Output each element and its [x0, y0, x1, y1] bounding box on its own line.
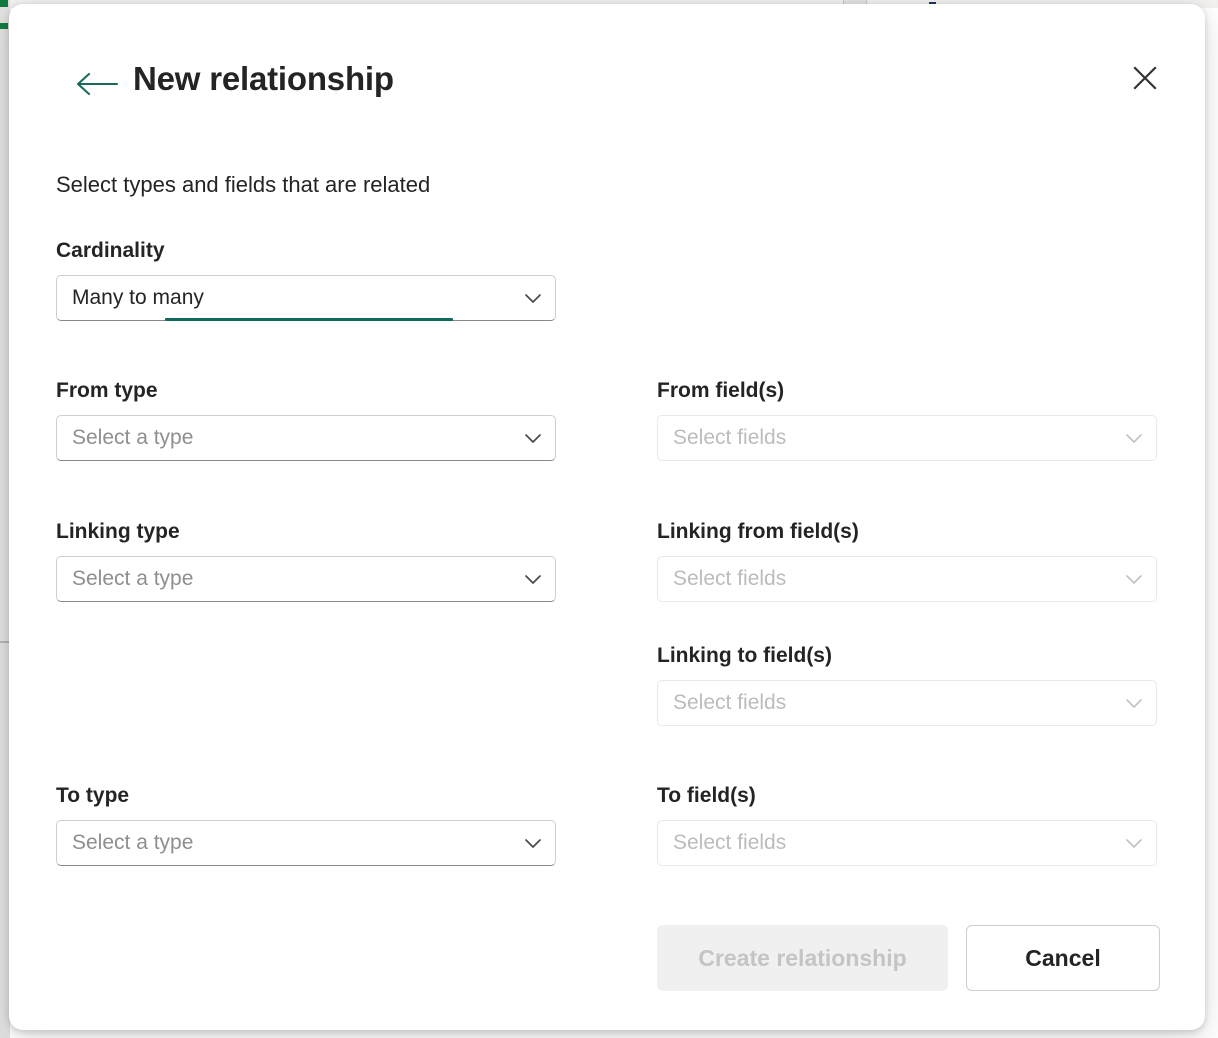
chevron-down-icon	[1112, 427, 1156, 449]
to-fields-value: Select fields	[658, 831, 1112, 855]
to-fields-label: To field(s)	[657, 783, 1157, 809]
from-type-value: Select a type	[57, 426, 511, 450]
linking-from-fields-label: Linking from field(s)	[657, 519, 1157, 545]
linking-to-fields-label: Linking to field(s)	[657, 643, 1157, 669]
close-icon	[1131, 64, 1159, 92]
linking-from-fields-value: Select fields	[658, 567, 1112, 591]
linking-to-fields-dropdown[interactable]: Select fields	[657, 680, 1157, 726]
cardinality-label: Cardinality	[56, 238, 556, 264]
from-fields-value: Select fields	[658, 426, 1112, 450]
create-relationship-button[interactable]: Create relationship	[657, 925, 948, 991]
from-fields-dropdown[interactable]: Select fields	[657, 415, 1157, 461]
linking-from-fields-dropdown[interactable]: Select fields	[657, 556, 1157, 602]
cardinality-value: Many to many	[57, 286, 511, 310]
arrow-left-icon	[75, 72, 119, 96]
from-type-label: From type	[56, 378, 556, 404]
field-group-linking-type: Linking type Select a type	[56, 519, 556, 602]
field-group-cardinality: Cardinality Many to many	[56, 238, 556, 321]
dialog-header: New relationship	[9, 4, 1205, 134]
linking-type-value: Select a type	[57, 567, 511, 591]
field-group-linking-to-fields: Linking to field(s) Select fields	[657, 643, 1157, 726]
chevron-down-icon	[511, 287, 555, 309]
cancel-button[interactable]: Cancel	[966, 925, 1160, 991]
chevron-down-icon	[511, 832, 555, 854]
chevron-down-icon	[1112, 692, 1156, 714]
linking-to-fields-value: Select fields	[658, 691, 1112, 715]
cardinality-dropdown[interactable]: Many to many	[56, 275, 556, 321]
page-title: New relationship	[133, 60, 394, 98]
background-accent-mark-second	[0, 23, 8, 29]
field-group-from-type: From type Select a type	[56, 378, 556, 461]
from-type-dropdown[interactable]: Select a type	[56, 415, 556, 461]
to-type-value: Select a type	[57, 831, 511, 855]
chevron-down-icon	[511, 568, 555, 590]
field-group-to-fields: To field(s) Select fields	[657, 783, 1157, 866]
chevron-down-icon	[511, 427, 555, 449]
chevron-down-icon	[1112, 832, 1156, 854]
dialog-actions: Create relationship Cancel	[657, 925, 1160, 991]
to-type-label: To type	[56, 783, 556, 809]
linking-type-dropdown[interactable]: Select a type	[56, 556, 556, 602]
new-relationship-dialog: New relationship Select types and fields…	[9, 4, 1205, 1030]
chevron-down-icon	[1112, 568, 1156, 590]
linking-type-label: Linking type	[56, 519, 556, 545]
field-group-to-type: To type Select a type	[56, 783, 556, 866]
to-type-dropdown[interactable]: Select a type	[56, 820, 556, 866]
to-fields-dropdown[interactable]: Select fields	[657, 820, 1157, 866]
from-fields-label: From field(s)	[657, 378, 1157, 404]
close-button[interactable]	[1113, 46, 1177, 110]
field-group-from-fields: From field(s) Select fields	[657, 378, 1157, 461]
dialog-subtitle: Select types and fields that are related	[56, 172, 430, 198]
field-group-linking-from-fields: Linking from field(s) Select fields	[657, 519, 1157, 602]
background-accent-mark-top	[0, 0, 8, 7]
back-button[interactable]	[75, 72, 119, 96]
